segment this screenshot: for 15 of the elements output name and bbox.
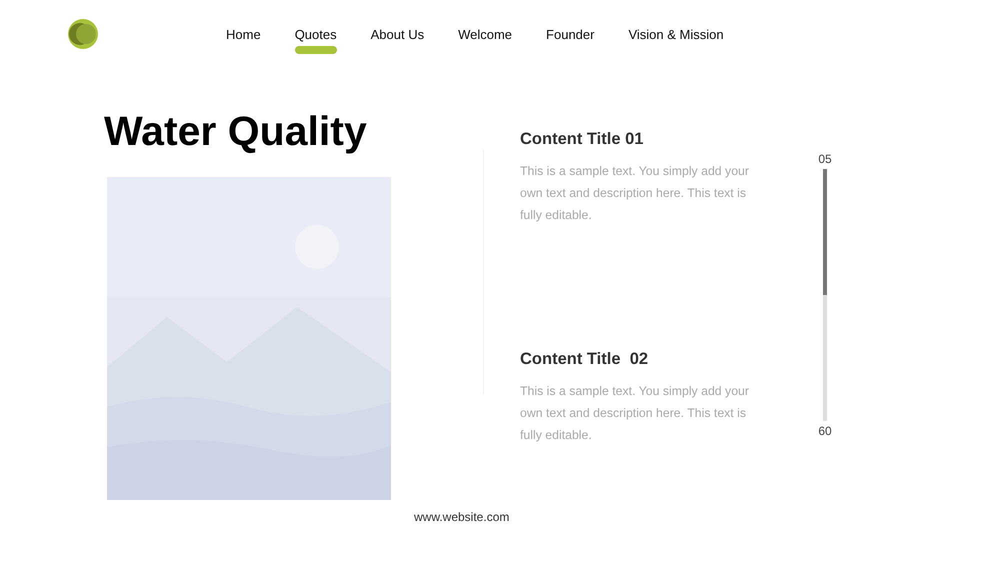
nav-tab[interactable]: Home xyxy=(226,26,261,42)
nav-tab[interactable]: Welcome xyxy=(458,26,512,42)
content-text: This is a sample text. You simply add your own text and description here. This text is fully editable. xyxy=(520,163,750,224)
website-url: www.website.com xyxy=(414,510,510,524)
page-title: Water Quality xyxy=(104,107,368,156)
content-title: Content Title 02 xyxy=(520,350,650,369)
content-title: Content Title 01 xyxy=(520,130,644,149)
nav-tab[interactable]: Vision & Mission xyxy=(628,26,724,42)
content-text: This is a sample text. You simply add your own text and description here. This text is fully editable. xyxy=(520,383,750,444)
nav-tab[interactable]: Founder xyxy=(546,26,594,42)
nav-tab[interactable]: Quotes xyxy=(294,26,337,42)
progress-end: 60 xyxy=(818,424,832,438)
progress-start: 05 xyxy=(818,152,832,166)
logo-icon xyxy=(68,19,98,49)
nav-tab[interactable]: About Us xyxy=(370,26,424,42)
